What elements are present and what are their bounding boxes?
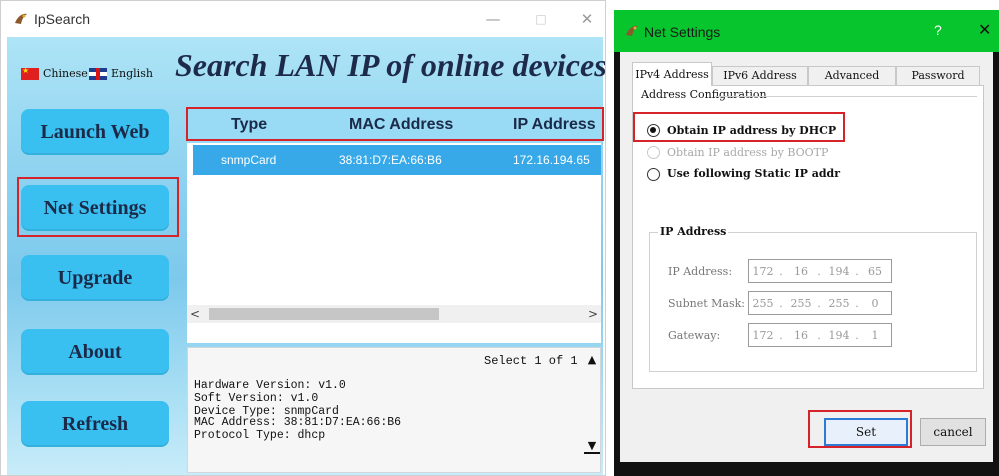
ipsearch-window: IpSearch — □ ✕ Chinese English Search LA…	[0, 0, 606, 476]
cancel-button[interactable]: cancel	[920, 418, 986, 446]
ip-octet: 65	[868, 265, 882, 278]
scroll-down-icon[interactable]: ▼	[584, 438, 600, 454]
ip-octet: 194	[828, 265, 850, 278]
octet-separator: .	[817, 297, 821, 310]
scroll-thumb[interactable]	[209, 308, 439, 320]
minimize-icon[interactable]: —	[479, 9, 507, 29]
gateway-octet: 16	[794, 329, 808, 342]
table-row[interactable]: snmpCard 38:81:D7:EA:66:B6 172.16.194.65	[193, 145, 601, 175]
cell-mac: 38:81:D7:EA:66:B6	[339, 153, 442, 167]
protocol-type: Protocol Type: dhcp	[194, 429, 326, 442]
help-icon[interactable]: ?	[934, 22, 942, 38]
net-settings-dialog: Net Settings ? ✕ IPv4 Address IPv6 Addre…	[614, 10, 999, 476]
cell-type: snmpCard	[221, 153, 277, 167]
dialog-title: Net Settings	[644, 24, 721, 40]
hardware-version: Hardware Version: v1.0	[194, 379, 346, 392]
mask-octet: 0	[871, 297, 879, 310]
tab-ipv6-address[interactable]: IPv6 Address	[712, 66, 808, 86]
gateway-field[interactable]: 172. 16. 194. 1	[748, 323, 892, 347]
page-title: Search LAN IP of online devices	[175, 47, 606, 83]
gateway-octet: 194	[828, 329, 850, 342]
horizontal-scrollbar[interactable]: < >	[187, 305, 601, 323]
octet-separator: .	[855, 329, 859, 342]
china-flag-icon	[21, 66, 39, 80]
ipsearch-title: IpSearch	[34, 11, 91, 27]
tab-password[interactable]: Password	[896, 66, 980, 86]
subnet-mask-label: Subnet Mask:	[668, 297, 746, 310]
scroll-left-icon[interactable]: <	[187, 305, 203, 323]
gateway-octet: 172	[752, 329, 774, 342]
cell-ip: 172.16.194.65	[513, 153, 590, 167]
tab-advanced[interactable]: Advanced	[808, 66, 896, 86]
mask-octet: 255	[828, 297, 850, 310]
octet-separator: .	[817, 329, 821, 342]
language-english[interactable]: English	[89, 67, 153, 80]
language-english-label: English	[111, 67, 153, 80]
language-chinese[interactable]: Chinese	[21, 66, 88, 80]
about-button[interactable]: About	[21, 329, 169, 375]
gateway-octet: 1	[871, 329, 879, 342]
subnet-mask-field[interactable]: 255. 255. 255. 0	[748, 291, 892, 315]
bootp-radio	[647, 146, 660, 159]
ip-address-group: IP Address IP Address: 172. 16. 194. 65 …	[649, 225, 977, 372]
octet-separator: .	[779, 265, 783, 278]
dialog-titlebar: Net Settings ? ✕	[614, 10, 999, 52]
ip-address-field[interactable]: 172. 16. 194. 65	[748, 259, 892, 283]
tab-ipv4-address[interactable]: IPv4 Address	[632, 62, 712, 86]
soft-version: Soft Version: v1.0	[194, 392, 319, 405]
close-icon[interactable]: ✕	[573, 9, 601, 29]
maximize-icon[interactable]: □	[527, 9, 555, 29]
dhcp-highlight	[633, 112, 845, 142]
select-status: Select 1 of 1	[484, 354, 578, 368]
uk-flag-icon	[89, 67, 107, 80]
app-bird-icon	[13, 11, 29, 27]
screen: IpSearch — □ ✕ Chinese English Search LA…	[0, 0, 999, 476]
static-ip-label[interactable]: Use following Static IP addr	[667, 167, 840, 180]
address-config-label: Address Configuration	[639, 88, 769, 101]
gateway-label: Gateway:	[668, 329, 721, 342]
mask-octet: 255	[752, 297, 774, 310]
ip-octet: 172	[752, 265, 774, 278]
ip-address-group-label: IP Address	[658, 225, 729, 238]
bootp-label: Obtain IP address by BOOTP	[667, 146, 829, 159]
octet-separator: .	[817, 265, 821, 278]
ipsearch-client: Chinese English Search LAN IP of online …	[7, 37, 606, 475]
table-row-highlight	[186, 107, 604, 141]
app-bird-icon	[624, 23, 640, 39]
refresh-button[interactable]: Refresh	[21, 401, 169, 447]
octet-separator: .	[855, 297, 859, 310]
octet-separator: .	[855, 265, 859, 278]
ip-octet: 16	[794, 265, 808, 278]
octet-separator: .	[779, 329, 783, 342]
mac-address: MAC Address: 38:81:D7:EA:66:B6	[194, 416, 402, 429]
device-details: Select 1 of 1 ▲ Hardware Version: v1.0 S…	[187, 347, 601, 473]
launch-web-button[interactable]: Launch Web	[21, 109, 169, 155]
mask-octet: 255	[790, 297, 812, 310]
static-ip-radio[interactable]	[647, 168, 660, 181]
close-icon[interactable]: ✕	[978, 20, 991, 39]
upgrade-button[interactable]: Upgrade	[21, 255, 169, 301]
ip-address-label: IP Address:	[668, 265, 733, 278]
scroll-right-icon[interactable]: >	[585, 305, 601, 323]
octet-separator: .	[779, 297, 783, 310]
ipsearch-titlebar: IpSearch — □ ✕	[1, 1, 605, 37]
net-settings-highlight	[17, 177, 179, 237]
scroll-up-icon[interactable]: ▲	[584, 352, 600, 368]
divider	[715, 96, 977, 97]
set-button-highlight	[808, 410, 912, 448]
language-chinese-label: Chinese	[43, 67, 88, 80]
